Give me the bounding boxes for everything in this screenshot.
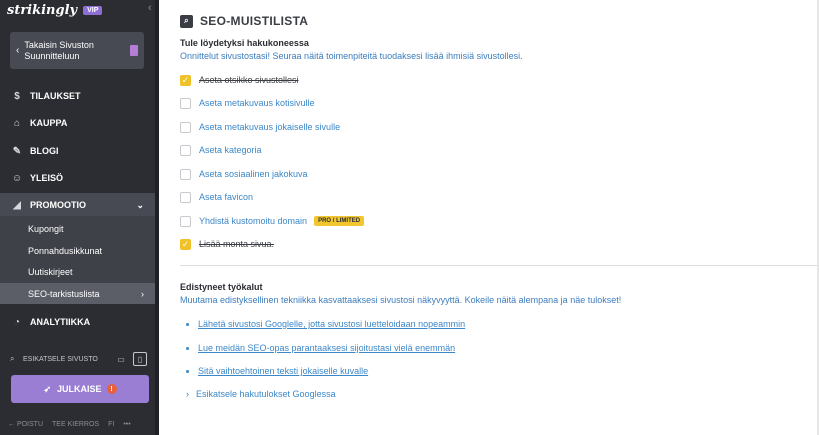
- checklist-item[interactable]: Aseta metakuvaus kotisivulle: [180, 96, 315, 110]
- back-to-editor-button[interactable]: ‹ Takaisin Sivuston Suunnitteluun: [10, 32, 144, 69]
- mobile-preview-icon[interactable]: ▯: [133, 352, 147, 366]
- sub-item-label: Kupongit: [28, 223, 64, 234]
- sub-item-label: SEO-tarkistuslista: [28, 288, 100, 299]
- sub-item-seo-checklist[interactable]: SEO-tarkistuslista ›: [0, 283, 155, 304]
- desktop-preview-icon[interactable]: ▭: [114, 352, 128, 366]
- brand-logo: strikingly: [7, 2, 78, 18]
- more-icon[interactable]: •••: [123, 421, 130, 428]
- store-icon: ⌂: [13, 117, 21, 129]
- publish-button[interactable]: ➶ JULKAISE !: [11, 375, 149, 403]
- bullet: [186, 346, 189, 350]
- nav-label: PROMOOTIO: [30, 200, 86, 210]
- bullet: [186, 369, 189, 373]
- checklist-label[interactable]: Yhdistä kustomoitu domain: [199, 216, 307, 226]
- checklist-item[interactable]: ✓ Lisää monta sivua.: [180, 237, 274, 251]
- checklist-item[interactable]: Aseta kategoria: [180, 143, 262, 157]
- nav-item-promotion[interactable]: ◢ PROMOOTIO ⌄: [0, 193, 155, 217]
- chevron-right-icon: ›: [186, 389, 189, 399]
- main-content: ⌕ SEO-MUISTILISTA Tule löydetyksi hakuko…: [159, 0, 819, 435]
- pie-chart-icon: ◔: [13, 316, 21, 328]
- page-icon: [130, 45, 138, 56]
- checklist-item[interactable]: Yhdistä kustomoitu domain PRO / LIMITED: [180, 214, 365, 228]
- link-text[interactable]: Lähetä sivustosi Googlelle, jotta sivust…: [198, 319, 465, 329]
- checklist-label[interactable]: Aseta metakuvaus jokaiselle sivulle: [199, 122, 340, 132]
- sidebar-footer: ← POISTU TEE KIERROS FI •••: [0, 417, 159, 431]
- advanced-link[interactable]: Sitä vaihtoehtoinen teksti jokaiselle ku…: [186, 365, 368, 377]
- section-subtitle: Onnittelut sivustostasi! Seuraa näitä to…: [180, 51, 523, 61]
- language-selector[interactable]: FI: [108, 421, 114, 428]
- google-preview-toggle[interactable]: › Esikatsele hakutulokset Googlessa: [186, 389, 336, 399]
- sub-item-label: Ponnahdusikkunat: [28, 245, 103, 256]
- advanced-heading: Edistyneet työkalut: [180, 282, 263, 292]
- vip-badge: VIP: [83, 5, 103, 15]
- chevron-left-icon: ‹: [16, 45, 20, 56]
- checkbox[interactable]: [180, 168, 191, 180]
- nav-item-orders[interactable]: $ TILAUKSET: [0, 84, 155, 108]
- exit-link[interactable]: ← POISTU: [8, 421, 43, 428]
- search-icon: ⌕: [10, 354, 15, 363]
- checklist-label: Lisää monta sivua.: [199, 239, 275, 249]
- chevron-down-icon: ⌄: [136, 199, 144, 210]
- checklist-label[interactable]: Aseta kategoria: [199, 145, 262, 155]
- checklist-item[interactable]: ✓ Aseta otsikko sivustollesi: [180, 73, 299, 87]
- dollar-icon: $: [14, 90, 20, 102]
- checkbox-checked[interactable]: ✓: [180, 238, 191, 250]
- preview-label: ESIKATSELE SIVUSTO: [23, 355, 98, 363]
- promotion-submenu: Kupongit Ponnahdusikkunat Uutiskirjeet S…: [0, 216, 155, 304]
- link-text[interactable]: Lue meidän SEO-opas parantaaksesi sijoit…: [198, 343, 455, 353]
- page-title-text: SEO-MUISTILISTA: [200, 14, 309, 28]
- checkbox[interactable]: [180, 121, 191, 133]
- nav-item-audience[interactable]: ☺ YLEISÖ: [0, 166, 155, 190]
- nav-item-analytics[interactable]: ◔ ANALYTIIKKA: [0, 310, 155, 334]
- checklist-item[interactable]: Aseta sosiaalinen jakokuva: [180, 167, 308, 181]
- bullet: [186, 322, 189, 326]
- checklist-item[interactable]: Aseta metakuvaus jokaiselle sivulle: [180, 120, 340, 134]
- chevron-right-icon: ›: [141, 288, 144, 299]
- checkbox[interactable]: [180, 191, 191, 203]
- seo-search-icon: ⌕: [180, 14, 193, 28]
- page-title: ⌕ SEO-MUISTILISTA: [180, 14, 308, 28]
- sub-item-newsletters[interactable]: Uutiskirjeet: [0, 261, 155, 282]
- checklist-label[interactable]: Aseta favicon: [199, 192, 253, 202]
- back-button-label: Takaisin Sivuston Suunnitteluun: [24, 39, 94, 61]
- app: strikingly VIP ‹ ‹ Takaisin Sivuston Suu…: [0, 0, 819, 435]
- sidebar: strikingly VIP ‹ ‹ Takaisin Sivuston Suu…: [0, 0, 159, 435]
- advanced-link[interactable]: Lue meidän SEO-opas parantaaksesi sijoit…: [186, 342, 455, 354]
- divider: [180, 265, 819, 266]
- pen-icon: ✎: [12, 145, 22, 157]
- nav-item-blog[interactable]: ✎ BLOGI: [0, 139, 155, 163]
- nav-label: BLOGI: [30, 146, 59, 156]
- rocket-icon: ➶: [43, 383, 52, 394]
- checkbox[interactable]: [180, 144, 191, 156]
- sub-item-label: Uutiskirjeet: [28, 266, 73, 277]
- nav-label: ANALYTIIKKA: [30, 317, 91, 327]
- checkbox[interactable]: [180, 215, 191, 227]
- section-heading: Tule löydetyksi hakukoneessa: [180, 38, 309, 48]
- users-icon: ☺: [11, 172, 23, 184]
- preview-site-row[interactable]: ⌕ ESIKATSELE SIVUSTO: [10, 351, 150, 367]
- checkbox[interactable]: [180, 97, 191, 109]
- nav-item-store[interactable]: ⌂ KAUPPA: [0, 111, 155, 135]
- checklist-label: Aseta otsikko sivustollesi: [199, 75, 299, 85]
- collapse-sidebar-icon[interactable]: ‹: [148, 2, 152, 14]
- checklist-item[interactable]: Aseta favicon: [180, 190, 253, 204]
- brand: strikingly VIP: [7, 2, 103, 18]
- tour-link[interactable]: TEE KIERROS: [52, 421, 99, 428]
- checklist-label[interactable]: Aseta metakuvaus kotisivulle: [199, 98, 315, 108]
- nav-label: YLEISÖ: [30, 173, 64, 183]
- nav-label: KAUPPA: [30, 118, 68, 128]
- checklist-label[interactable]: Aseta sosiaalinen jakokuva: [199, 169, 308, 179]
- warning-badge: !: [106, 384, 117, 394]
- nav-label: TILAUKSET: [30, 91, 81, 101]
- preview-link-text: Esikatsele hakutulokset Googlessa: [196, 389, 336, 399]
- advanced-link[interactable]: Lähetä sivustosi Googlelle, jotta sivust…: [186, 318, 465, 330]
- sub-item-popups[interactable]: Ponnahdusikkunat: [0, 240, 155, 261]
- checkbox-checked[interactable]: ✓: [180, 74, 191, 86]
- megaphone-icon: ◢: [13, 199, 21, 211]
- pro-limited-badge: PRO / LIMITED: [314, 216, 365, 226]
- advanced-subtitle: Muutama edistyksellinen tekniikka kasvat…: [180, 295, 622, 305]
- publish-label: JULKAISE: [57, 384, 102, 394]
- sub-item-coupons[interactable]: Kupongit: [0, 218, 155, 239]
- link-text[interactable]: Sitä vaihtoehtoinen teksti jokaiselle ku…: [198, 366, 368, 376]
